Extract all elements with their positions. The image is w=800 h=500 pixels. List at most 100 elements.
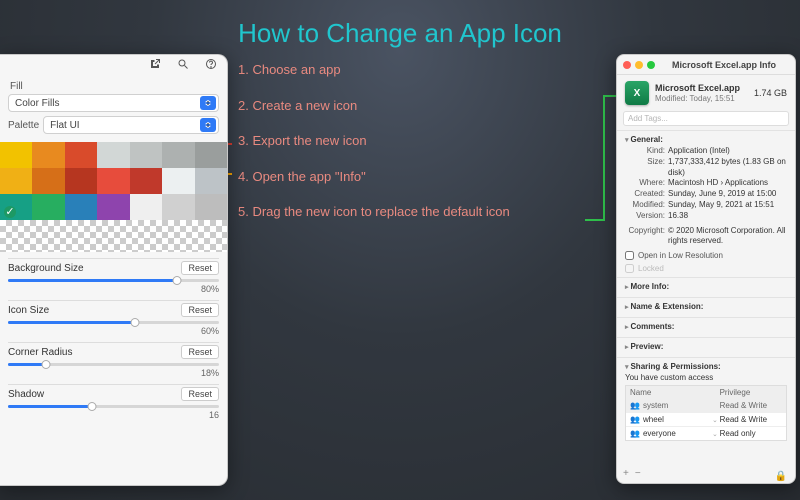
people-icon: 👥 <box>630 429 640 438</box>
reset-button[interactable]: Reset <box>181 345 219 359</box>
copyright-label: Copyright: <box>625 226 665 248</box>
app-size: 1.74 GB <box>754 88 787 98</box>
modified-value: Sunday, May 9, 2021 at 15:51 <box>668 200 787 211</box>
color-swatch[interactable] <box>0 142 32 168</box>
version-value: 16.38 <box>668 211 787 222</box>
sharing-note: You have custom access <box>625 373 787 382</box>
color-swatch[interactable] <box>130 194 162 220</box>
color-swatch[interactable] <box>32 194 64 220</box>
color-swatch[interactable] <box>32 168 64 194</box>
color-swatch[interactable] <box>65 168 97 194</box>
slider-thumb[interactable] <box>130 318 139 327</box>
transparency-preview <box>0 220 227 252</box>
section-head-comments[interactable]: Comments: <box>625 322 787 331</box>
slider-label: Shadow <box>8 389 44 400</box>
export-icon[interactable] <box>149 58 161 77</box>
lock-icon[interactable]: 🔒 <box>775 467 795 482</box>
section-head-general[interactable]: General: <box>625 135 787 144</box>
palette-select[interactable]: Flat UI <box>43 116 219 134</box>
step-3: 3. Export the new icon <box>238 133 510 149</box>
perm-who: everyone <box>643 429 676 438</box>
reset-button[interactable]: Reset <box>181 303 219 317</box>
perm-head-name: Name <box>626 386 716 399</box>
search-icon[interactable] <box>177 58 189 77</box>
window-title: Microsoft Excel.app Info <box>659 60 789 70</box>
open-low-res-checkbox[interactable]: Open in Low Resolution <box>625 251 787 260</box>
perm-row[interactable]: 👥wheelRead & Write <box>626 412 786 426</box>
step-list: 1. Choose an app 2. Create a new icon 3.… <box>238 62 510 240</box>
close-icon[interactable] <box>623 61 631 69</box>
color-swatch[interactable] <box>162 194 194 220</box>
window-titlebar: Microsoft Excel.app Info <box>617 55 795 75</box>
perm-privilege[interactable]: Read & Write <box>716 413 786 426</box>
reset-button[interactable]: Reset <box>181 261 219 275</box>
color-swatch[interactable] <box>97 142 129 168</box>
size-value: 1,737,333,412 bytes (1.83 GB on disk) <box>668 157 787 179</box>
created-label: Created: <box>625 189 665 200</box>
perm-privilege[interactable]: Read & Write <box>716 399 786 412</box>
slider-thumb[interactable] <box>88 402 97 411</box>
slider-track[interactable] <box>8 405 219 408</box>
permissions-table: Name Privilege 👥systemRead & Write👥wheel… <box>625 385 787 441</box>
fill-select[interactable]: Color Fills <box>8 94 219 112</box>
locked-label: Locked <box>638 264 664 273</box>
color-swatch[interactable] <box>97 168 129 194</box>
color-swatch[interactable] <box>195 194 227 220</box>
color-swatch[interactable] <box>195 142 227 168</box>
tags-field[interactable]: Add Tags... <box>623 111 789 126</box>
color-swatch[interactable] <box>130 142 162 168</box>
color-swatch[interactable] <box>162 142 194 168</box>
color-swatch[interactable] <box>0 168 32 194</box>
perm-head-priv: Privilege <box>716 386 786 399</box>
open-low-res-input[interactable] <box>625 251 634 260</box>
section-head-nameext[interactable]: Name & Extension: <box>625 302 787 311</box>
page-title: How to Change an App Icon <box>0 18 800 49</box>
perm-head-row: Name Privilege <box>626 386 786 399</box>
people-icon: 👥 <box>630 415 640 424</box>
app-icon[interactable]: X <box>625 81 649 105</box>
help-icon[interactable] <box>205 58 217 77</box>
perm-privilege[interactable]: Read only <box>716 427 786 440</box>
color-swatch[interactable] <box>32 142 64 168</box>
slider-thumb[interactable] <box>172 276 181 285</box>
zoom-icon[interactable] <box>647 61 655 69</box>
created-value: Sunday, June 9, 2019 at 15:00 <box>668 189 787 200</box>
color-swatch[interactable] <box>130 168 162 194</box>
perm-row[interactable]: 👥systemRead & Write <box>626 399 786 412</box>
slider-label: Corner Radius <box>8 347 72 358</box>
step-5: 5. Drag the new icon to replace the defa… <box>238 204 510 220</box>
color-swatch[interactable] <box>162 168 194 194</box>
people-icon: 👥 <box>630 401 640 410</box>
locked-checkbox: Locked <box>625 264 787 273</box>
color-swatch-grid <box>0 142 227 220</box>
color-swatch[interactable] <box>65 142 97 168</box>
slider-track[interactable] <box>8 363 219 366</box>
minimize-icon[interactable] <box>635 61 643 69</box>
modified-label: Modified: <box>625 200 665 211</box>
section-head-preview[interactable]: Preview: <box>625 342 787 351</box>
slider-shadow: ShadowReset16 <box>8 384 219 420</box>
chevron-updown-icon <box>200 118 216 132</box>
slider-icon-size: Icon SizeReset60% <box>8 300 219 336</box>
palette-select-value: Flat UI <box>50 120 79 131</box>
chevron-updown-icon <box>200 96 216 110</box>
slider-corner-radius: Corner RadiusReset18% <box>8 342 219 378</box>
section-head-moreinfo[interactable]: More Info: <box>625 282 787 291</box>
slider-label: Background Size <box>8 263 84 274</box>
step-1: 1. Choose an app <box>238 62 510 78</box>
add-remove-buttons[interactable]: +− <box>617 466 653 483</box>
color-swatch[interactable] <box>0 194 32 220</box>
color-swatch[interactable] <box>97 194 129 220</box>
reset-button[interactable]: Reset <box>181 387 219 401</box>
color-swatch[interactable] <box>65 194 97 220</box>
section-head-sharing[interactable]: Sharing & Permissions: <box>625 362 787 371</box>
section-sharing: Sharing & Permissions: You have custom a… <box>617 357 795 466</box>
modified-short: Modified: Today, 15:51 <box>655 94 748 104</box>
slider-track[interactable] <box>8 279 219 282</box>
section-general: General: Kind:Application (Intel) Size:1… <box>617 130 795 277</box>
slider-thumb[interactable] <box>41 360 50 369</box>
color-swatch[interactable] <box>195 168 227 194</box>
perm-row[interactable]: 👥everyone Read only <box>626 426 786 440</box>
version-label: Version: <box>625 211 665 222</box>
slider-track[interactable] <box>8 321 219 324</box>
